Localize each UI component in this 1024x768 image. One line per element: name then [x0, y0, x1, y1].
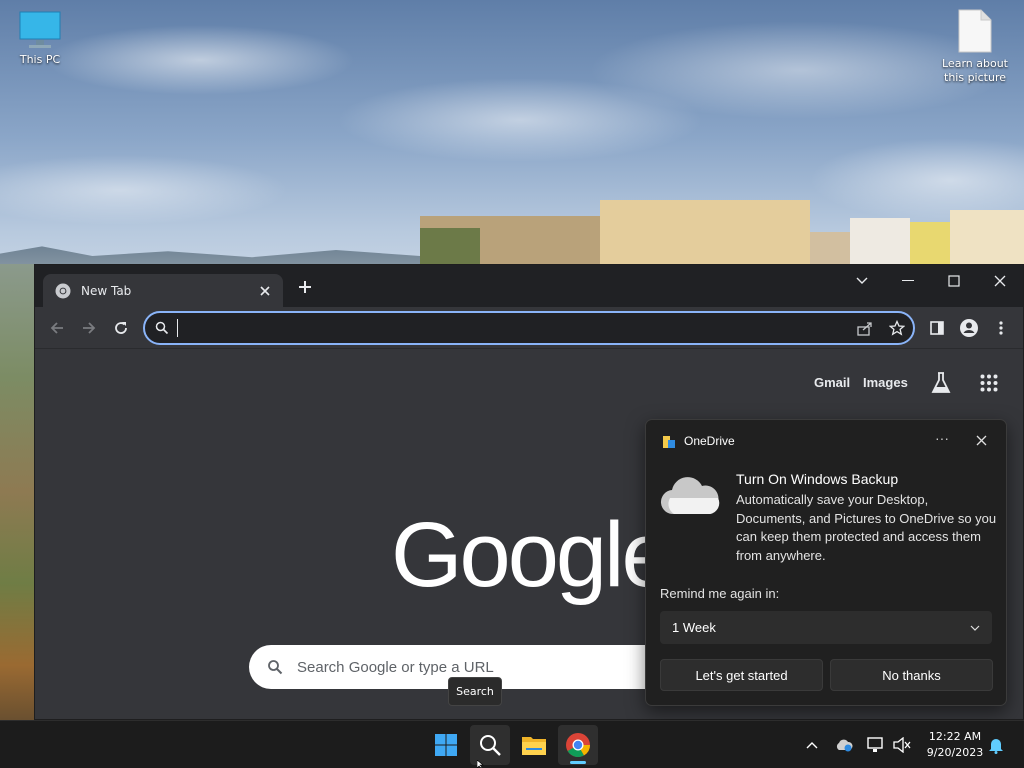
google-logo: Google	[391, 504, 673, 606]
reload-icon	[115, 322, 127, 334]
file-explorer-button[interactable]	[514, 725, 554, 765]
new-tab-button[interactable]	[291, 273, 319, 301]
share-icon[interactable]	[857, 321, 873, 337]
back-button[interactable]	[45, 316, 69, 340]
notifications-button[interactable]	[986, 735, 1006, 755]
close-tab-icon[interactable]	[259, 285, 271, 297]
lets-get-started-button[interactable]: Let's get started	[660, 659, 823, 691]
wallpaper-town	[390, 192, 1024, 268]
search-tooltip: Search	[448, 677, 502, 706]
remind-label: Remind me again in:	[660, 586, 780, 601]
active-app-indicator	[570, 761, 586, 764]
star-icon[interactable]	[889, 320, 905, 336]
windows-start-icon	[435, 734, 457, 756]
maximize-button[interactable]	[931, 265, 977, 297]
clock-time: 12:22 AM	[928, 730, 982, 743]
volume-muted-icon	[893, 737, 911, 753]
notification-more-button[interactable]: ···	[932, 430, 952, 450]
onedrive-notification: OneDrive ··· Turn On Windows Backup Auto…	[645, 419, 1007, 706]
mouse-pointer-icon	[477, 760, 484, 768]
minimize-icon	[902, 280, 914, 281]
chevron-down-icon	[856, 277, 868, 284]
chrome-taskbar-button[interactable]	[558, 725, 598, 765]
chevron-down-icon	[970, 625, 980, 631]
search-icon	[268, 660, 283, 675]
labs-flask-icon[interactable]	[931, 372, 951, 394]
notification-app-name: OneDrive	[684, 434, 735, 448]
desktop-icon-label: This PC	[19, 53, 61, 66]
remind-interval-value: 1 Week	[672, 620, 716, 635]
network-icon	[867, 737, 883, 752]
onedrive-app-icon	[663, 436, 675, 448]
minimize-button[interactable]	[885, 265, 931, 297]
address-input[interactable]	[175, 318, 825, 338]
close-window-button[interactable]	[977, 265, 1023, 297]
browser-toolbar	[35, 307, 1023, 349]
tab-strip: New Tab	[35, 265, 1023, 307]
desktop-icon-this-pc[interactable]: This PC	[12, 10, 68, 67]
profile-button[interactable]	[957, 316, 981, 340]
search-icon	[155, 321, 169, 335]
text-caret	[177, 319, 178, 337]
search-placeholder: Search Google or type a URL	[297, 658, 494, 676]
gmail-link[interactable]: Gmail	[814, 375, 850, 390]
show-hidden-icons-button[interactable]	[802, 735, 822, 755]
apps-grid-icon[interactable]	[980, 374, 998, 392]
taskbar-search-button[interactable]	[470, 725, 510, 765]
side-panel-button[interactable]	[925, 316, 949, 340]
volume-tray-button[interactable]	[892, 735, 912, 755]
account-icon	[960, 319, 978, 337]
desktop-icon-label-line2: this picture	[944, 71, 1006, 84]
images-link[interactable]: Images	[863, 375, 908, 390]
notification-title: Turn On Windows Backup	[736, 471, 899, 487]
search-icon	[480, 735, 501, 756]
bell-icon	[989, 739, 1003, 754]
reload-button[interactable]	[109, 316, 133, 340]
close-icon	[994, 275, 1006, 287]
maximize-icon	[948, 275, 960, 287]
plus-icon	[299, 281, 311, 293]
notification-close-button[interactable]	[971, 430, 991, 450]
wallpaper-cliff	[0, 264, 34, 720]
document-icon	[958, 9, 992, 53]
forward-button[interactable]	[77, 316, 101, 340]
desktop-icon-label-line1: Learn about	[942, 57, 1008, 70]
start-button[interactable]	[426, 725, 466, 765]
tab-new-tab[interactable]: New Tab	[43, 274, 283, 307]
monitor-icon	[19, 11, 61, 48]
cloud-icon	[660, 477, 720, 515]
onedrive-tray-button[interactable]	[834, 735, 854, 755]
chrome-icon	[566, 733, 590, 758]
network-tray-button[interactable]	[866, 735, 886, 755]
clock-date: 9/20/2023	[926, 746, 984, 759]
chrome-menu-button[interactable]	[989, 316, 1013, 340]
kebab-menu-icon	[999, 321, 1003, 335]
file-explorer-icon	[522, 737, 546, 755]
desktop-icon-learn-about-picture[interactable]: Learn about this picture	[940, 8, 1010, 85]
arrow-left-icon	[50, 322, 63, 334]
remind-interval-dropdown[interactable]: 1 Week	[660, 611, 992, 644]
notification-body: Automatically save your Desktop, Documen…	[736, 492, 997, 563]
chevron-up-icon	[806, 742, 818, 749]
no-thanks-button[interactable]: No thanks	[830, 659, 993, 691]
chrome-favicon-icon	[55, 283, 71, 298]
close-icon	[976, 435, 986, 445]
taskbar-clock[interactable]: 12:22 AM 9/20/2023	[920, 729, 990, 761]
address-bar[interactable]	[143, 311, 915, 345]
taskbar: 12:22 AM 9/20/2023	[0, 720, 1024, 768]
arrow-right-icon	[83, 322, 96, 334]
tab-title: New Tab	[81, 283, 132, 298]
tab-search-button[interactable]	[839, 265, 885, 297]
onedrive-cloud-icon	[836, 739, 853, 752]
side-panel-icon	[930, 321, 944, 335]
